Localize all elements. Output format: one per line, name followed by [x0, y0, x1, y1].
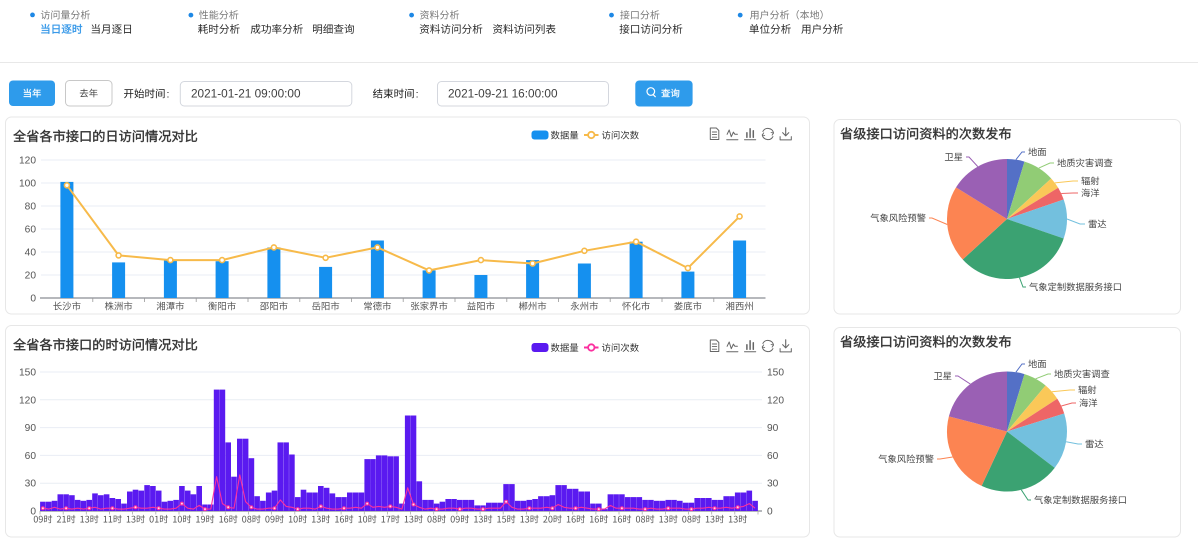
- svg-text:60: 60: [25, 225, 37, 236]
- svg-text:20: 20: [25, 271, 37, 282]
- svg-text:100: 100: [19, 179, 36, 190]
- svg-text:0: 0: [30, 294, 36, 305]
- svg-text:30: 30: [25, 479, 37, 490]
- svg-text:120: 120: [767, 395, 784, 406]
- svg-text:150: 150: [767, 368, 784, 379]
- svg-text:2021-01-21 09:00:00: 2021-01-21 09:00:00: [191, 87, 301, 101]
- svg-text:90: 90: [25, 423, 37, 434]
- svg-text::: :: [167, 88, 170, 100]
- svg-text::: :: [416, 88, 419, 100]
- svg-text:120: 120: [19, 395, 36, 406]
- svg-text:90: 90: [767, 423, 779, 434]
- svg-text:40: 40: [25, 248, 37, 259]
- svg-text:150: 150: [19, 368, 36, 379]
- svg-text:80: 80: [25, 202, 37, 213]
- svg-text:120: 120: [19, 156, 36, 167]
- svg-text:60: 60: [25, 451, 37, 462]
- svg-text:30: 30: [767, 479, 779, 490]
- svg-text:2021-09-21 16:00:00: 2021-09-21 16:00:00: [448, 87, 558, 101]
- svg-text:0: 0: [767, 507, 773, 518]
- svg-text:60: 60: [767, 451, 779, 462]
